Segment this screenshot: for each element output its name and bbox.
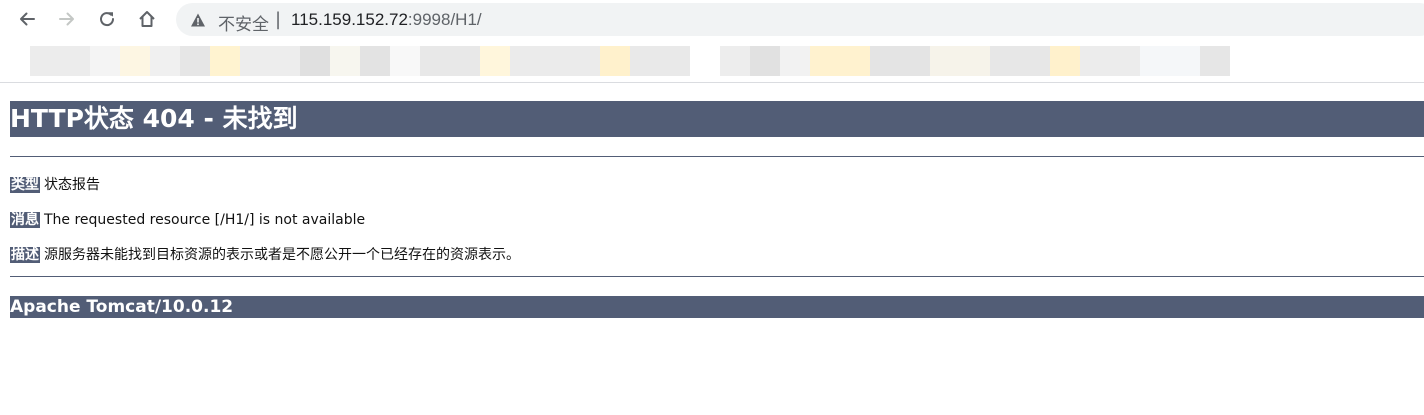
- bookmarks-bar-redacted: [0, 38, 1424, 82]
- message-label: 消息: [10, 212, 40, 228]
- description-label: 描述: [10, 247, 40, 263]
- horizontal-rule: [10, 156, 1424, 157]
- url-text[interactable]: 115.159.152.72:9998/H1/: [291, 10, 482, 30]
- forward-button[interactable]: [52, 4, 82, 34]
- description-line: 描述 源服务器未能找到目标资源的表示或者是不愿公开一个已经存在的资源表示。: [10, 244, 520, 264]
- message-value: The requested resource [/H1/] is not ava…: [44, 212, 366, 228]
- security-status-label[interactable]: 不安全: [218, 10, 269, 35]
- reload-button[interactable]: [92, 4, 122, 34]
- browser-toolbar: 不安全 | 115.159.152.72:9998/H1/: [0, 0, 1424, 38]
- forward-arrow-icon: [59, 12, 74, 26]
- home-icon: [139, 11, 155, 27]
- back-button[interactable]: [12, 4, 42, 34]
- reload-icon: [100, 12, 115, 27]
- address-separator: |: [275, 9, 282, 30]
- description-value: 源服务器未能找到目标资源的表示或者是不愿公开一个已经存在的资源表示。: [44, 247, 520, 263]
- url-host: 115.159.152.72: [291, 10, 408, 29]
- warning-triangle-icon[interactable]: [190, 12, 206, 28]
- home-button[interactable]: [132, 4, 162, 34]
- tomcat-error-page: HTTP状态 404 - 未找到 类型 状态报告 消息 The requested …: [0, 83, 1424, 415]
- horizontal-rule: [10, 276, 1424, 277]
- page-title: HTTP状态 404 - 未找到: [10, 101, 1424, 137]
- message-line: 消息 The requested resource [/H1/] is not a…: [10, 209, 365, 229]
- url-path: :9998/H1/: [407, 10, 482, 29]
- back-arrow-icon: [20, 12, 35, 26]
- type-label: 类型: [10, 177, 40, 193]
- address-bar[interactable]: 不安全 | 115.159.152.72:9998/H1/: [176, 3, 1424, 36]
- type-line: 类型 状态报告: [10, 174, 100, 194]
- type-value: 状态报告: [44, 177, 100, 193]
- server-footer: Apache Tomcat/10.0.12: [10, 296, 1424, 318]
